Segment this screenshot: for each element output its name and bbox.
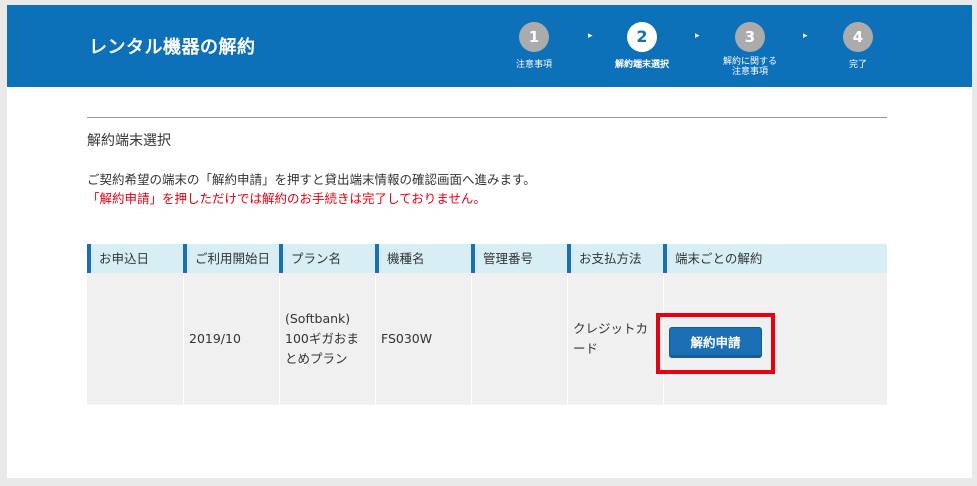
cell-management-no: [471, 273, 567, 405]
column-header-payment: お支払方法: [567, 244, 663, 273]
column-header-model: 機種名: [375, 244, 471, 273]
column-header-plan: プラン名: [279, 244, 375, 273]
cell-start-date: 2019/10: [183, 273, 279, 405]
step-separator-icon: ▸: [588, 31, 593, 41]
step-2: 2 解約端末選択: [602, 22, 682, 70]
step-separator-icon: ▸: [695, 31, 700, 41]
step-2-label: 解約端末選択: [614, 60, 669, 70]
warning-text: 「解約申請」を押しただけでは解約のお手続きは完了しておりません。: [87, 191, 486, 206]
page-title: レンタル機器の解約: [89, 37, 256, 58]
step-2-circle: 2: [627, 22, 657, 52]
step-1: 1 注意事項: [494, 22, 574, 70]
cell-plan: (Softbank) 100ギガおまとめプラン: [279, 273, 375, 405]
cancel-application-button[interactable]: 解約申請: [669, 327, 762, 358]
column-header-management-no: 管理番号: [471, 244, 567, 273]
step-3-label-line2: 注意事項: [731, 67, 768, 77]
cell-payment: クレジットカード: [567, 273, 663, 405]
cell-model: FS030W: [375, 273, 471, 405]
column-header-action: 端末ごとの解約: [663, 244, 887, 273]
step-3-label-line1: 解約に関する: [722, 57, 777, 67]
cell-apply-date: [87, 273, 183, 405]
column-header-apply-date: お申込日: [87, 244, 183, 273]
section-title: 解約端末選択: [87, 133, 171, 149]
column-header-start-date: ご利用開始日: [183, 244, 279, 273]
step-1-label: 注意事項: [515, 60, 552, 70]
instruction-text: ご契約希望の端末の「解約申請」を押すと貸出端末情報の確認画面へ進みます。: [87, 172, 536, 187]
page-frame: レンタル機器の解約 1 注意事項 ▸ 2 解約端末選択 ▸ 3 解約に関する 注…: [7, 5, 972, 478]
header-bar: レンタル機器の解約 1 注意事項 ▸ 2 解約端末選択 ▸ 3 解約に関する 注…: [7, 5, 972, 87]
step-3: 3 解約に関する 注意事項: [710, 22, 790, 77]
step-separator-icon: ▸: [803, 31, 808, 41]
step-3-circle: 3: [735, 22, 765, 52]
section-divider: [87, 117, 887, 118]
step-4-label: 完了: [848, 60, 867, 70]
step-1-circle: 1: [519, 22, 549, 52]
step-4-circle: 4: [843, 22, 873, 52]
step-3-label: 解約に関する 注意事項: [710, 57, 790, 77]
table-header: お申込日 ご利用開始日 プラン名 機種名 管理番号 お支払方法 端末ごとの解約: [87, 244, 887, 273]
step-4: 4 完了: [818, 22, 898, 70]
